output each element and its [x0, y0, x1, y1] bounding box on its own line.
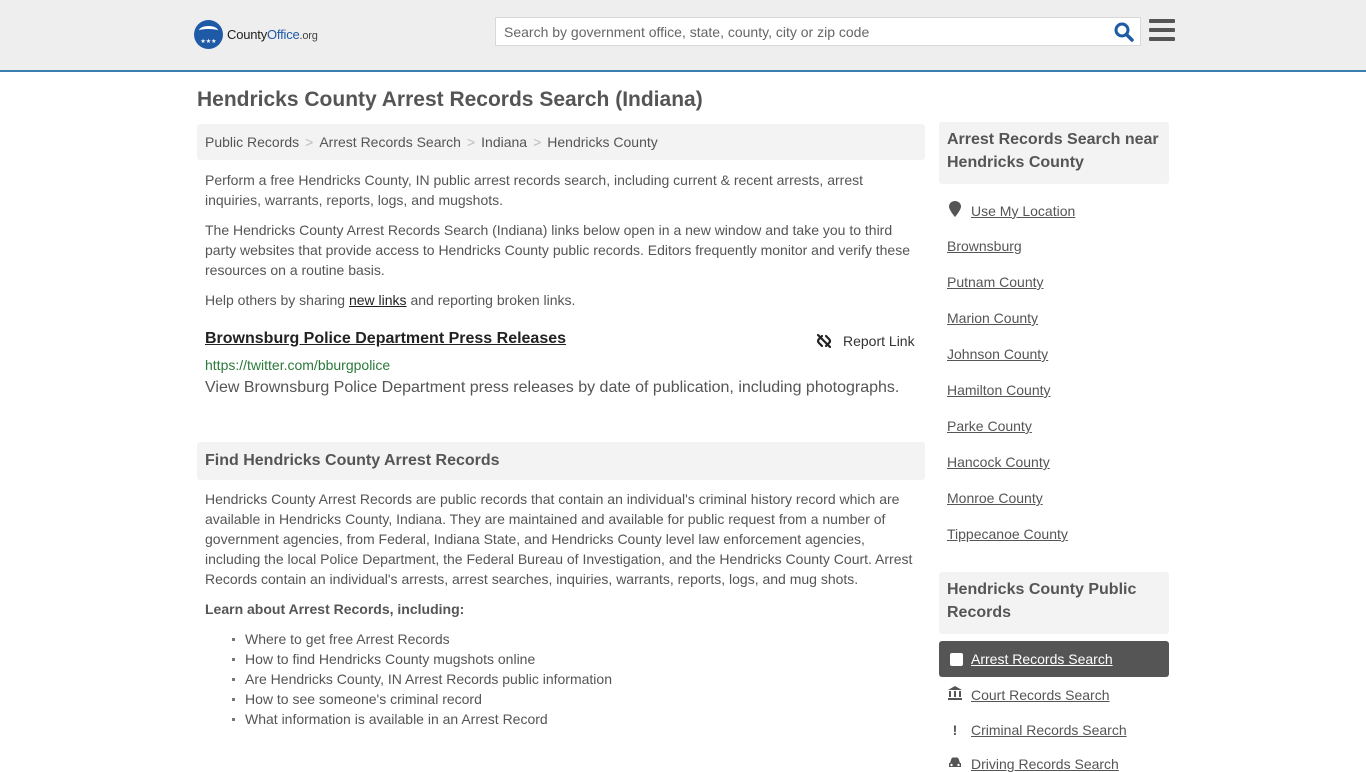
share-text-end: and reporting broken links. — [406, 292, 576, 308]
menu-bar-icon — [1149, 37, 1175, 41]
nearby-link[interactable]: Brownsburg — [947, 238, 1022, 254]
menu-bar-icon — [1149, 19, 1175, 23]
breadcrumb-separator: > — [466, 134, 476, 150]
intro-paragraph: Perform a free Hendricks County, IN publ… — [205, 172, 863, 208]
result-description: View Brownsburg Police Department press … — [205, 379, 900, 396]
page-title: Hendricks County Arrest Records Search (… — [197, 88, 703, 111]
result-title-link[interactable]: Brownsburg Police Department Press Relea… — [205, 330, 566, 348]
nearby-link[interactable]: Tippecanoe County — [947, 526, 1068, 542]
report-link-button[interactable]: Report Link — [815, 332, 915, 350]
use-my-location-label: Use My Location — [971, 202, 1076, 219]
public-records-heading: Hendricks County Public Records — [939, 572, 1169, 634]
sidebar-item-label: Driving Records Search — [971, 756, 1119, 772]
disclaimer-paragraph: The Hendricks County Arrest Records Sear… — [205, 222, 910, 278]
breadcrumb-separator: > — [305, 134, 314, 150]
breadcrumb-arrest-records-search[interactable]: Arrest Records Search — [319, 134, 461, 150]
logo-text: CountyOffice.org — [227, 27, 318, 42]
exclamation-icon: ! — [952, 722, 958, 738]
nearby-link[interactable]: Marion County — [947, 310, 1038, 326]
map-marker-icon — [947, 201, 963, 220]
list-item: Where to get free Arrest Records — [232, 629, 612, 649]
use-my-location-link[interactable]: Use My Location — [947, 201, 1075, 220]
nearby-link[interactable]: Hancock County — [947, 454, 1050, 470]
sidebar-item-label: Arrest Records Search — [971, 651, 1113, 667]
learn-list: Where to get free Arrest Records How to … — [232, 629, 612, 729]
car-icon — [947, 756, 963, 772]
search-input[interactable] — [496, 18, 1106, 45]
hamburger-menu-button[interactable] — [1149, 19, 1175, 41]
sidebar-item-arrest-records-search[interactable]: Arrest Records Search — [939, 641, 1169, 677]
site-header: ★★★ CountyOffice.org — [0, 0, 1366, 72]
broken-link-icon — [816, 333, 832, 349]
nearby-link[interactable]: Parke County — [947, 418, 1032, 434]
nearby-link[interactable]: Monroe County — [947, 490, 1043, 506]
share-links-paragraph: Help others by sharing new links and rep… — [205, 290, 917, 310]
report-link-label: Report Link — [843, 333, 915, 349]
breadcrumb-separator: > — [533, 134, 542, 150]
search-bar — [495, 17, 1141, 46]
nearby-heading: Arrest Records Search near Hendricks Cou… — [939, 122, 1169, 184]
result-url[interactable]: https://twitter.com/bburgpolice — [205, 357, 390, 373]
sidebar-item-driving-records-search[interactable]: Driving Records Search — [947, 756, 1119, 772]
eagle-seal-icon: ★★★ — [194, 20, 223, 49]
list-item: How to see someone's criminal record — [232, 689, 612, 709]
breadcrumb-hendricks-county[interactable]: Hendricks County — [547, 134, 658, 150]
courthouse-icon — [947, 686, 963, 703]
find-section-body: Hendricks County Arrest Records are publ… — [205, 491, 913, 587]
sidebar-item-criminal-records-search[interactable]: ! Criminal Records Search — [947, 722, 1127, 738]
sidebar-item-court-records-search[interactable]: Court Records Search — [947, 686, 1110, 703]
breadcrumb-public-records[interactable]: Public Records — [205, 134, 299, 150]
square-icon — [950, 652, 963, 666]
nearby-link[interactable]: Johnson County — [947, 346, 1048, 362]
search-button[interactable] — [1114, 22, 1134, 42]
nearby-link[interactable]: Putnam County — [947, 274, 1044, 290]
nearby-link[interactable]: Hamilton County — [947, 382, 1051, 398]
sidebar-item-label: Court Records Search — [971, 686, 1110, 703]
menu-bar-icon — [1149, 28, 1175, 32]
site-logo[interactable]: ★★★ CountyOffice.org — [194, 20, 318, 49]
breadcrumb-indiana[interactable]: Indiana — [481, 134, 527, 150]
learn-heading: Learn about Arrest Records, including: — [205, 601, 465, 617]
breadcrumb: Public Records > Arrest Records Search > Ind… — [197, 124, 925, 160]
list-item: What information is available in an Arre… — [232, 709, 612, 729]
find-section-heading: Find Hendricks County Arrest Records — [197, 442, 925, 480]
share-text: Help others by sharing — [205, 292, 349, 308]
search-icon — [1114, 22, 1134, 42]
list-item: How to find Hendricks County mugshots on… — [232, 649, 612, 669]
list-item: Are Hendricks County, IN Arrest Records … — [232, 671, 612, 687]
new-links-link[interactable]: new links — [349, 292, 407, 308]
sidebar-item-label: Criminal Records Search — [971, 722, 1127, 738]
